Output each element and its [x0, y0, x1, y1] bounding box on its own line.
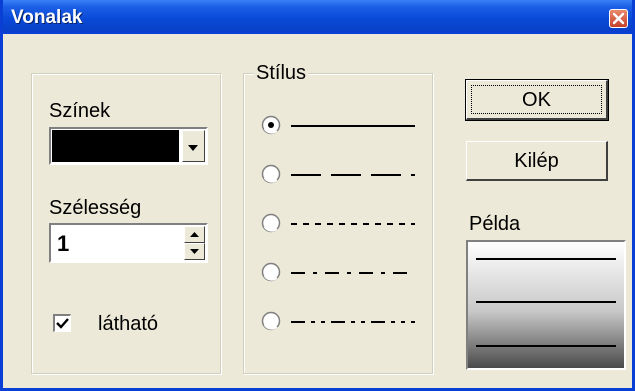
visible-checkbox[interactable] — [53, 314, 71, 332]
style-legend: Stílus — [254, 62, 309, 84]
exit-button-label: Kilép — [514, 150, 559, 172]
window-title: Vonalak — [11, 7, 83, 28]
colors-label: Színek — [49, 100, 111, 122]
radio-icon — [261, 213, 281, 233]
line-sample-dash-dot-dot — [291, 321, 415, 323]
style-radio-dot[interactable] — [261, 213, 281, 238]
line-preview — [466, 240, 626, 370]
ok-button[interactable]: OK — [465, 79, 609, 121]
chevron-down-icon — [188, 145, 198, 151]
close-icon — [612, 12, 625, 25]
style-radio-dash-dot[interactable] — [261, 262, 281, 287]
preview-label: Példa — [469, 213, 521, 235]
line-sample-dot — [291, 223, 415, 225]
ok-button-label: OK — [522, 89, 551, 111]
radio-icon — [261, 311, 281, 331]
width-label: Szélesség — [49, 197, 142, 219]
preview-line — [476, 301, 616, 303]
dialog-window: Vonalak Színek Szélesség 1 látható Stílu… — [0, 0, 635, 391]
visible-label: látható — [98, 313, 159, 335]
checkmark-icon — [56, 318, 69, 329]
arrow-up-icon — [190, 232, 199, 237]
style-radio-solid[interactable] — [261, 115, 281, 140]
close-button[interactable] — [609, 9, 628, 28]
exit-button[interactable]: Kilép — [466, 141, 608, 181]
style-radio-dash-dot-dot[interactable] — [261, 311, 281, 336]
width-value: 1 — [57, 231, 70, 256]
preview-line — [476, 258, 616, 260]
radio-icon — [261, 115, 281, 135]
line-sample-solid — [291, 125, 415, 127]
selected-color-swatch — [52, 130, 179, 162]
title-bar[interactable]: Vonalak — [3, 0, 632, 34]
color-dropdown[interactable] — [49, 127, 208, 165]
spin-up-button[interactable] — [184, 226, 205, 243]
radio-icon — [261, 164, 281, 184]
spin-down-button[interactable] — [184, 243, 205, 260]
preview-line — [476, 345, 616, 347]
line-sample-dash — [291, 174, 415, 176]
arrow-down-icon — [190, 249, 199, 254]
style-radio-dash[interactable] — [261, 164, 281, 189]
dropdown-button[interactable] — [182, 130, 205, 162]
line-sample-dash-dot — [291, 272, 415, 274]
radio-icon — [261, 262, 281, 282]
width-spinner[interactable]: 1 — [49, 223, 208, 263]
